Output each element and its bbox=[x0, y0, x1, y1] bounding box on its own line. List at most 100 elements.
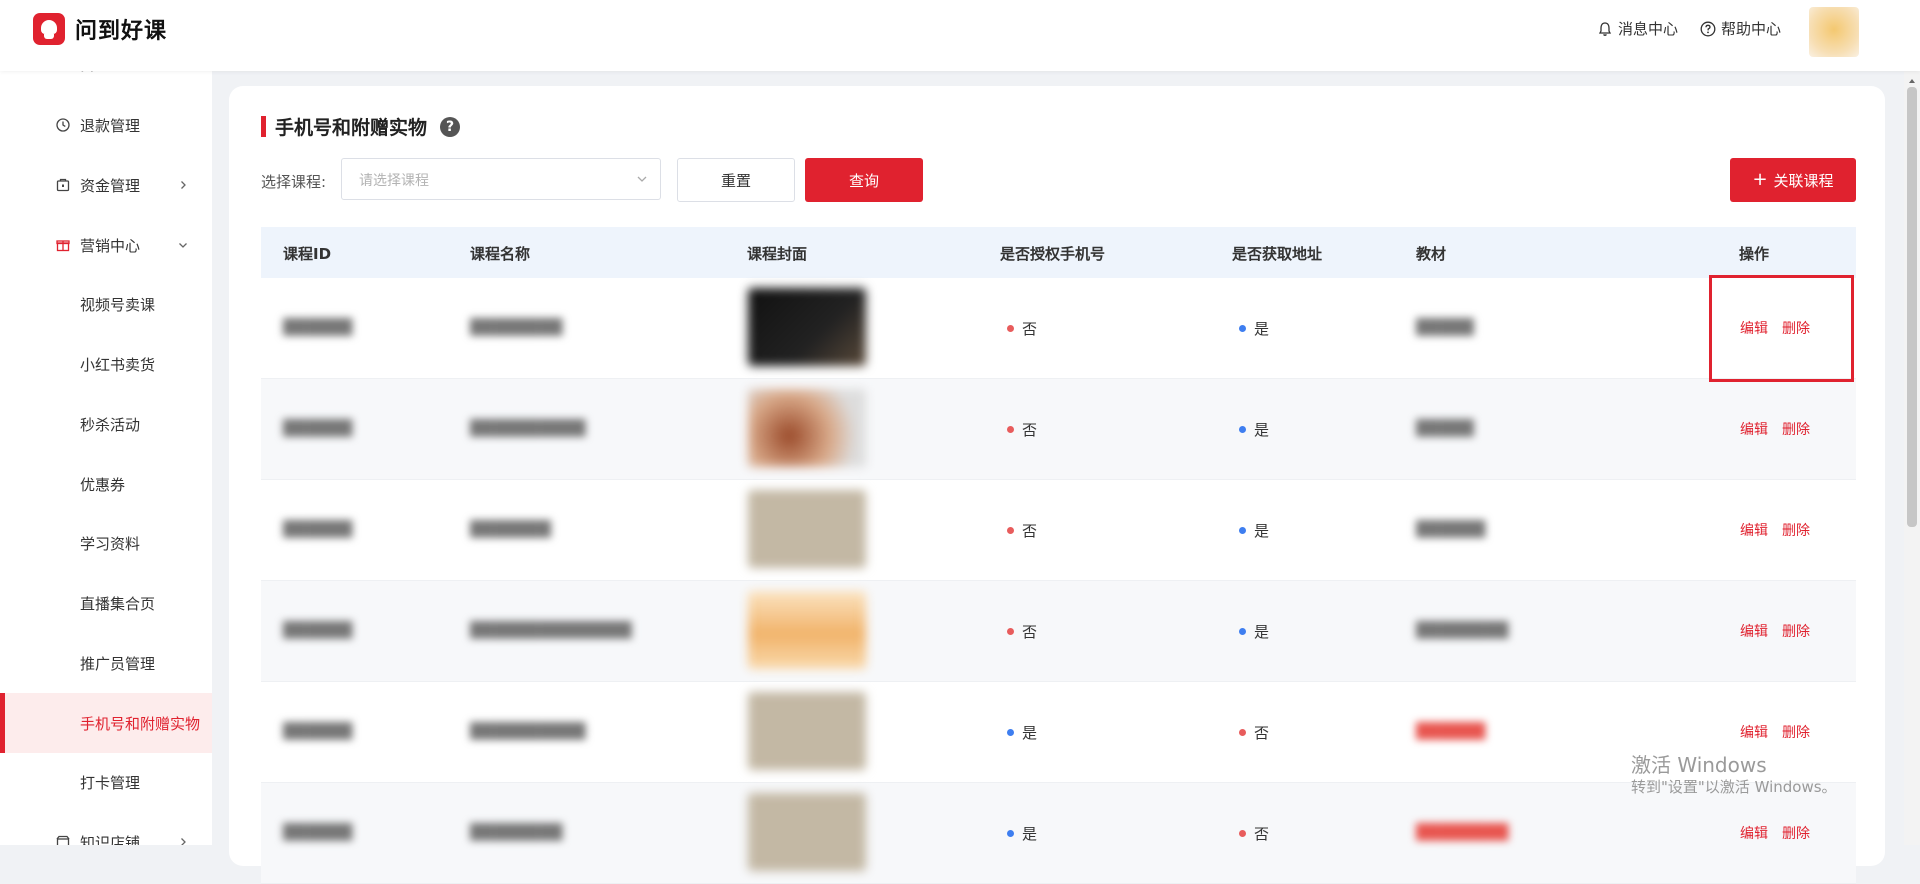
course-cover bbox=[748, 692, 866, 770]
course-name: ██████████████ bbox=[470, 621, 632, 639]
delete-link[interactable]: 删除 bbox=[1782, 722, 1810, 742]
course-id: ██████ bbox=[283, 621, 353, 639]
sidebar-item-label: 直播集合页 bbox=[80, 594, 156, 613]
status-text: 否 bbox=[1022, 522, 1038, 540]
chevron-down-icon bbox=[179, 243, 187, 248]
chevron-right-icon bbox=[181, 181, 186, 189]
course-name: ███████ bbox=[470, 520, 551, 538]
get-address-status: 否 bbox=[1239, 722, 1269, 743]
material-text: ██████ bbox=[1416, 520, 1486, 538]
gift-icon bbox=[56, 240, 70, 252]
course-id: ██████ bbox=[283, 318, 353, 336]
sidebar-item-study-materials[interactable]: 学习资料 bbox=[0, 521, 212, 565]
sidebar-item-label: 推广员管理 bbox=[80, 654, 156, 673]
auth-phone-status: 否 bbox=[1007, 318, 1037, 339]
status-text: 是 bbox=[1254, 623, 1270, 641]
column-header: 教材 bbox=[1416, 245, 1447, 263]
delete-link[interactable]: 删除 bbox=[1782, 419, 1810, 439]
help-circle-icon bbox=[1700, 21, 1716, 36]
sidebar-item-promoters[interactable]: 推广员管理 bbox=[0, 641, 212, 685]
material-text: ████████ bbox=[1416, 823, 1509, 841]
sidebar-item-store[interactable]: 知识店铺 bbox=[0, 820, 212, 845]
status-text: 否 bbox=[1022, 421, 1038, 439]
sidebar-item-checkin[interactable]: 打卡管理 bbox=[0, 760, 212, 804]
sidebar-item-label: 小红书卖货 bbox=[80, 355, 156, 374]
sidebar-item-phone-gifts[interactable]: 手机号和附赠实物 bbox=[0, 693, 212, 753]
get-address-status: 是 bbox=[1239, 318, 1269, 339]
status-text: 否 bbox=[1254, 724, 1270, 742]
plus-icon: + bbox=[1752, 169, 1768, 190]
delete-link[interactable]: 删除 bbox=[1782, 621, 1810, 641]
table-row: ██████ ████████ 否 是 █████ 编辑 删除 bbox=[261, 278, 1856, 379]
sidebar-item-funds[interactable]: 资金管理 bbox=[0, 163, 212, 207]
sidebar-item-coupon[interactable]: 优惠券 bbox=[0, 462, 212, 506]
edit-link[interactable]: 编辑 bbox=[1740, 419, 1768, 439]
status-dot bbox=[1007, 426, 1014, 433]
page-scrollbar[interactable] bbox=[1904, 71, 1920, 845]
link-course-button[interactable]: + 关联课程 bbox=[1730, 158, 1856, 202]
get-address-status: 是 bbox=[1239, 520, 1269, 541]
status-dot bbox=[1239, 426, 1246, 433]
table-row: ██████ ██████████ 否 是 █████ 编辑 删除 bbox=[261, 379, 1856, 480]
auth-phone-status: 是 bbox=[1007, 722, 1037, 743]
material-text: █████ bbox=[1416, 419, 1474, 437]
message-center-label: 消息中心 bbox=[1618, 20, 1679, 38]
brand-logo[interactable]: 问到好课 bbox=[33, 13, 167, 45]
table-row: ██████ ████████ 是 否 ████████ 编辑 删除 bbox=[261, 783, 1856, 884]
sidebar-item-flash-sale[interactable]: 秒杀活动 bbox=[0, 402, 212, 446]
status-dot bbox=[1007, 527, 1014, 534]
status-text: 否 bbox=[1254, 825, 1270, 843]
delete-link[interactable]: 删除 bbox=[1782, 823, 1810, 843]
table-row: ██████ ██████████████ 否 是 ████████ 编辑 删除 bbox=[261, 581, 1856, 682]
page-title: 手机号和附赠实物 bbox=[275, 117, 428, 139]
sidebar-item-channels-course[interactable]: 视频号卖课 bbox=[0, 282, 212, 326]
course-cover bbox=[748, 591, 866, 669]
user-avatar[interactable] bbox=[1809, 7, 1859, 57]
column-header: 课程名称 bbox=[470, 245, 531, 263]
chevron-right-icon bbox=[181, 838, 186, 845]
help-center-link[interactable]: 帮助中心 bbox=[1700, 18, 1781, 39]
help-question-icon[interactable]: ? bbox=[440, 117, 460, 137]
reset-button[interactable]: 重置 bbox=[677, 158, 795, 202]
get-address-status: 是 bbox=[1239, 419, 1269, 440]
sidebar-item-label: 知识店铺 bbox=[80, 833, 141, 846]
get-address-status: 否 bbox=[1239, 823, 1269, 844]
delete-link[interactable]: 删除 bbox=[1782, 520, 1810, 540]
sidebar: · · 退款管理 资金管理 营销中心 视频号卖课 小红书卖货 秒杀活动 优惠券 … bbox=[0, 71, 212, 845]
material-text: █████ bbox=[1416, 318, 1474, 336]
sidebar-item-label: 秒杀活动 bbox=[80, 415, 141, 434]
status-text: 否 bbox=[1022, 623, 1038, 641]
edit-link[interactable]: 编辑 bbox=[1740, 823, 1768, 843]
table-header: 课程ID 课程名称 课程封面 是否授权手机号 是否获取地址 教材 操作 bbox=[261, 227, 1856, 278]
status-dot bbox=[1239, 830, 1246, 837]
edit-link[interactable]: 编辑 bbox=[1740, 722, 1768, 742]
action-highlight-box bbox=[1709, 275, 1854, 382]
status-dot bbox=[1007, 628, 1014, 635]
brand-name: 问到好课 bbox=[75, 19, 168, 44]
sidebar-item-live-collection[interactable]: 直播集合页 bbox=[0, 581, 212, 625]
sidebar-item-refund[interactable]: 退款管理 bbox=[0, 103, 212, 147]
query-button[interactable]: 查询 bbox=[805, 158, 923, 202]
course-id: ██████ bbox=[283, 520, 353, 538]
scrollbar-thumb[interactable] bbox=[1907, 87, 1917, 527]
edit-link[interactable]: 编辑 bbox=[1740, 520, 1768, 540]
top-header: 问到好课 消息中心 帮助中心 bbox=[0, 0, 1920, 71]
course-name: ██████████ bbox=[470, 419, 586, 437]
edit-link[interactable]: 编辑 bbox=[1740, 621, 1768, 641]
get-address-status: 是 bbox=[1239, 621, 1269, 642]
scroll-up-arrow-icon[interactable] bbox=[1908, 77, 1916, 85]
auth-phone-status: 否 bbox=[1007, 520, 1037, 541]
course-cover bbox=[748, 288, 866, 366]
course-select[interactable]: 请选择课程 bbox=[341, 158, 661, 200]
sidebar-item-marketing[interactable]: 营销中心 bbox=[0, 223, 212, 267]
course-name: ██████████ bbox=[470, 722, 586, 740]
wallet-icon bbox=[56, 178, 70, 192]
column-header: 课程ID bbox=[283, 245, 332, 263]
link-course-label: 关联课程 bbox=[1773, 171, 1834, 190]
message-center-link[interactable]: 消息中心 bbox=[1597, 18, 1678, 39]
status-dot bbox=[1007, 325, 1014, 332]
sidebar-item-hidden-top[interactable]: · · bbox=[0, 71, 212, 93]
course-cover bbox=[748, 389, 866, 467]
chevron-down-icon bbox=[637, 176, 647, 182]
sidebar-item-xiaohongshu[interactable]: 小红书卖货 bbox=[0, 342, 212, 386]
